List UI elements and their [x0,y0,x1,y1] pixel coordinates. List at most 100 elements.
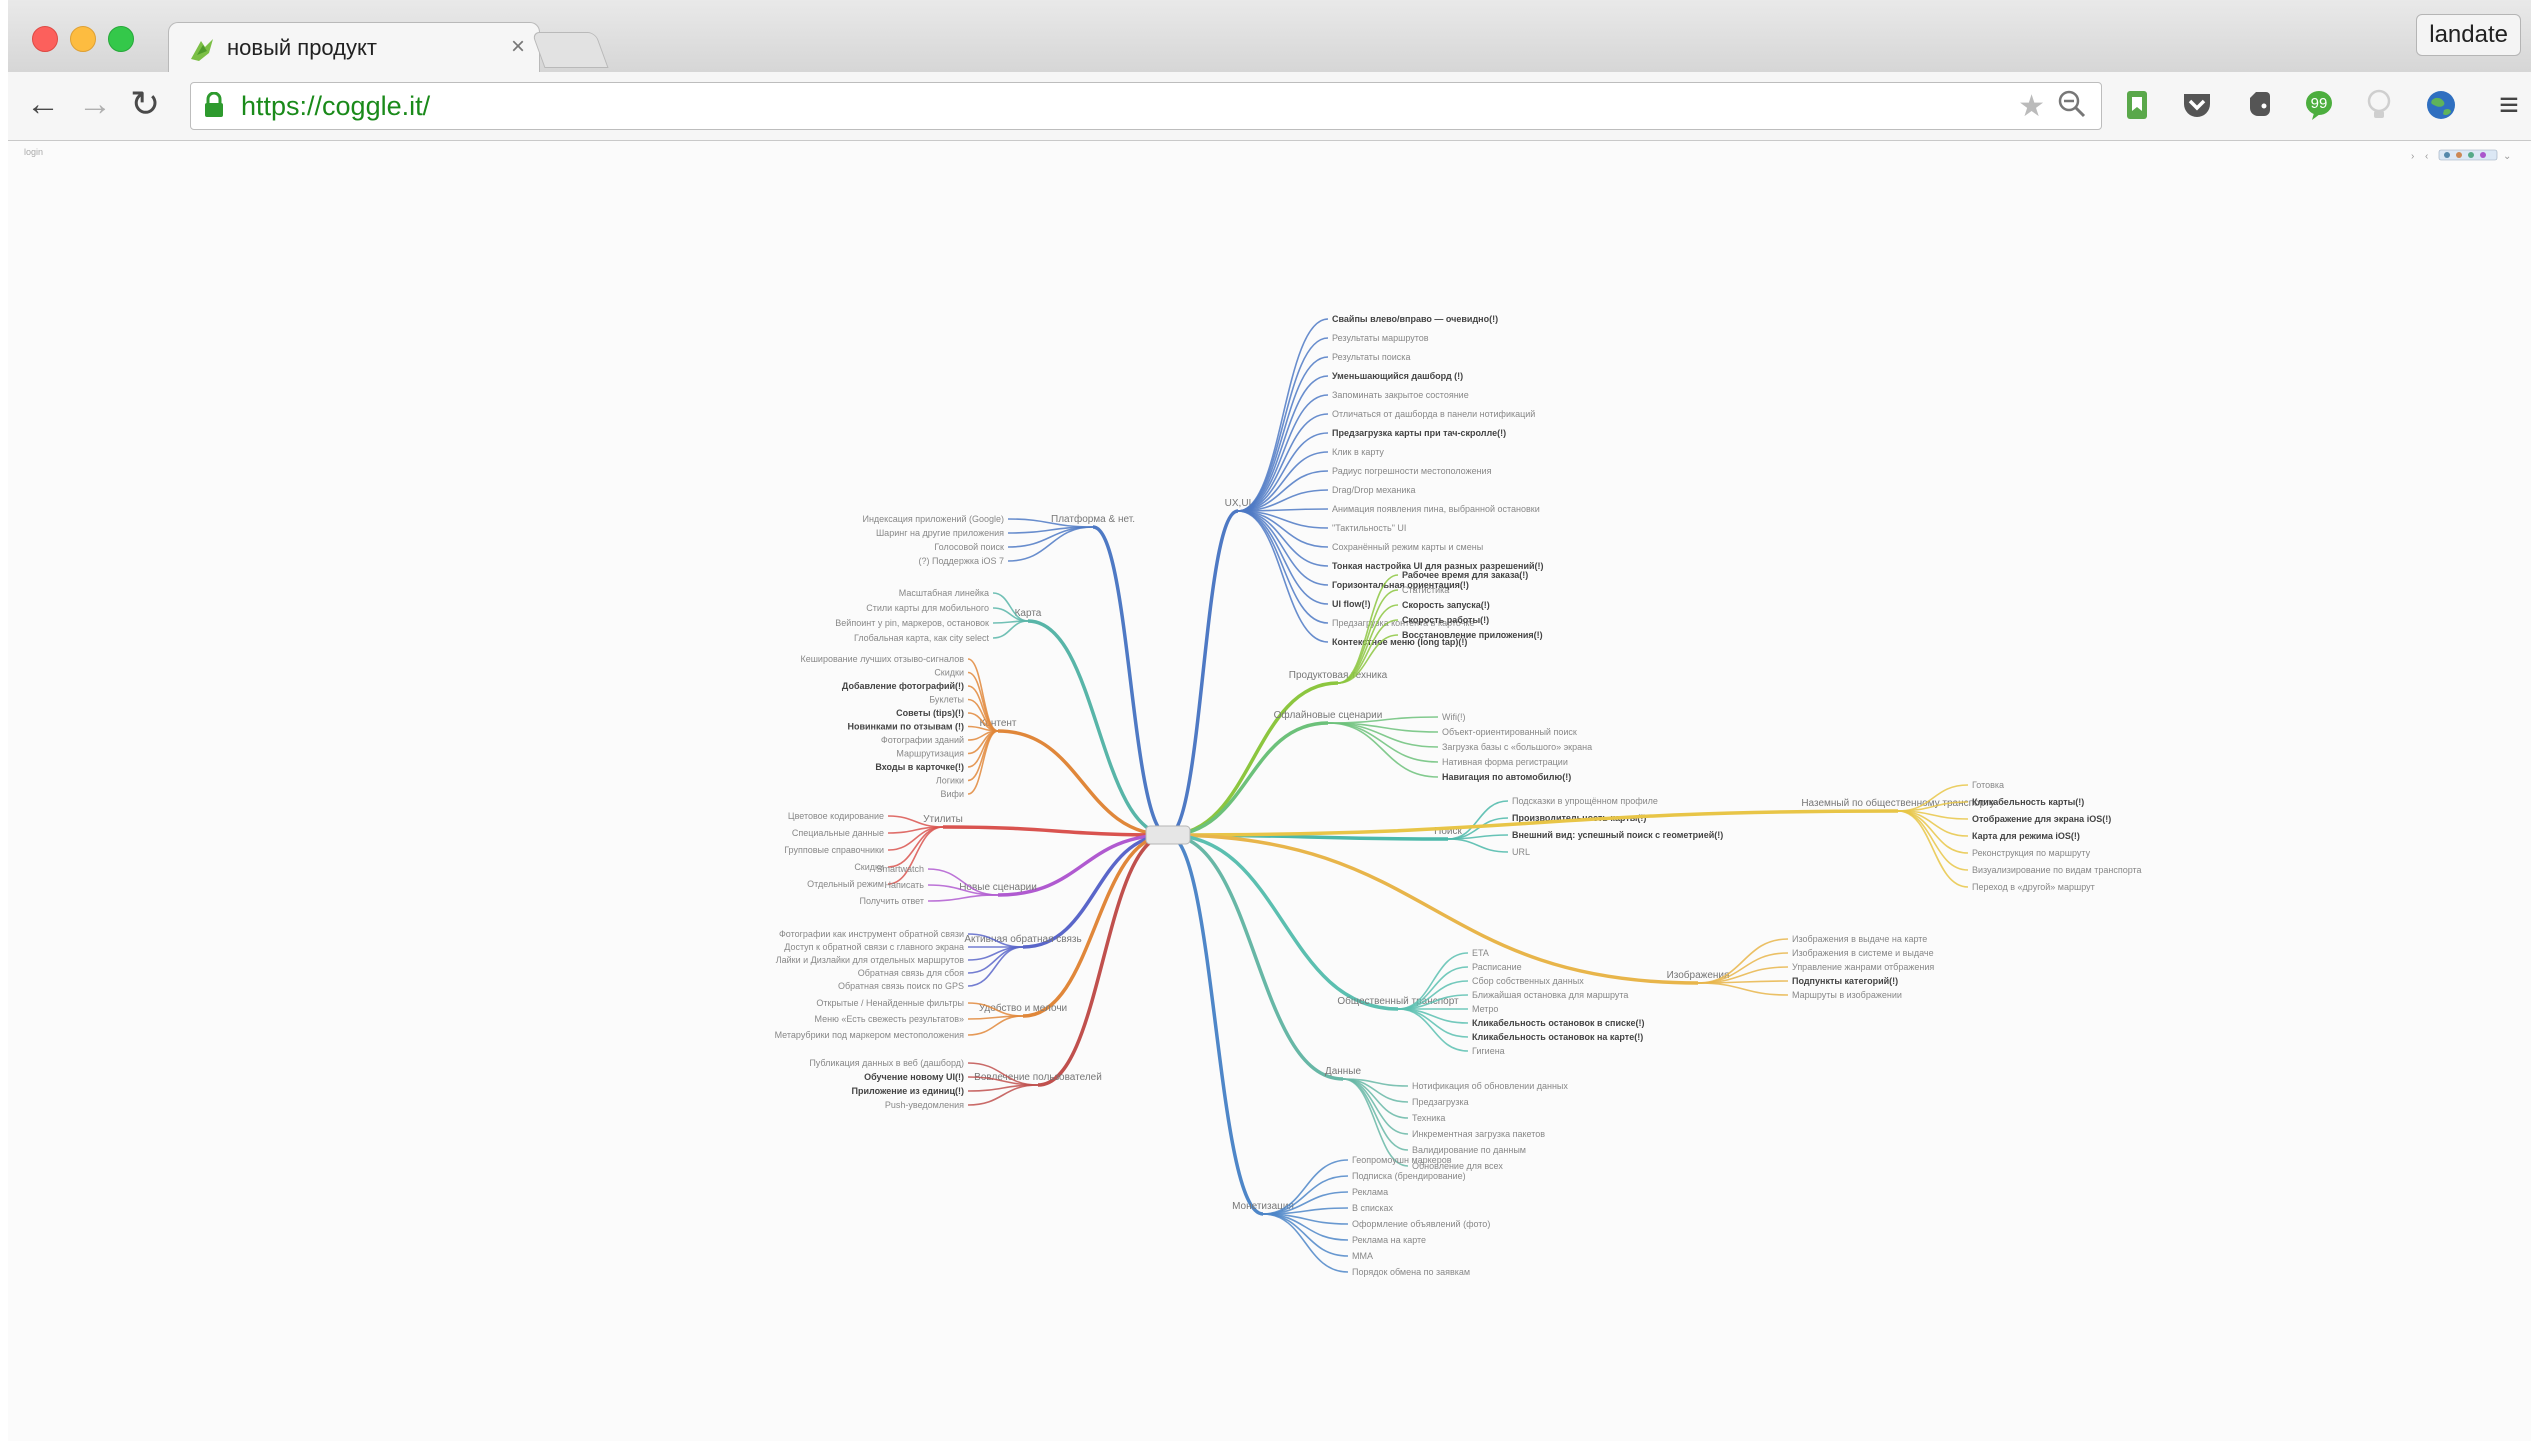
mindmap-node[interactable]: Изображения в системе и выдаче [1792,948,1934,958]
mindmap-node[interactable]: Карта для режима iOS(!) [1972,831,2080,841]
branch-data-label[interactable]: Данные [1325,1066,1362,1077]
mindmap-node[interactable]: Стили карты для мобильного [866,603,989,613]
mindmap-node[interactable]: В списках [1352,1203,1394,1213]
branch-engagement-label[interactable]: Вовлечение пользователей [974,1072,1102,1083]
mindmap-node[interactable]: UI flow(!) [1332,599,1371,609]
mindmap-node[interactable]: Скорость работы(!) [1402,615,1489,625]
mindmap-node[interactable]: Результаты маршрутов [1332,333,1429,343]
mindmap-node[interactable]: Подсказки в упрощённом профиле [1512,796,1658,806]
mindmap-node[interactable]: Советы (tips)(!) [896,708,964,718]
mindmap-node[interactable]: Расписание [1472,962,1522,972]
mindmap-node[interactable]: Геопромоушн маркеров [1352,1155,1452,1165]
mindmap-node[interactable]: Восстановление приложения(!) [1402,630,1543,640]
back-arrow-icon[interactable]: ← [26,84,60,124]
mindmap-node[interactable]: Обратная связь поиск по GPS [838,981,964,991]
mindmap-node[interactable]: Маршруты в изображении [1792,990,1902,1000]
url-text[interactable]: https://coggle.it/ [241,91,430,122]
mindmap-node[interactable]: Техника [1412,1113,1445,1123]
mindmap-node[interactable]: Открытые / Ненайденные фильтры [816,998,964,1008]
branch-utilities-label[interactable]: Утилиты [923,814,963,825]
mindmap-node[interactable]: Результаты поиска [1332,352,1410,362]
minimize-window-button[interactable] [70,26,96,52]
mindmap-node[interactable]: URL [1512,847,1530,857]
mindmap-node[interactable]: Внешний вид: успешный поиск с геометрией… [1512,830,1723,840]
mindmap-node[interactable]: Реклама [1352,1187,1388,1197]
active-tab[interactable]: новый продукт × [168,22,540,73]
mindmap-node[interactable]: Навигация по автомобилю(!) [1442,772,1571,782]
mindmap-node[interactable]: Фотографии как инструмент обратной связи [779,929,964,939]
mindmap-node[interactable]: Обратная связь для сбоя [858,968,964,978]
mindmap-node[interactable]: Объект-ориентированный поиск [1442,727,1577,737]
mindmap-node[interactable]: Рабочее время для заказа(!) [1402,570,1528,580]
mindmap-node[interactable]: Свайпы влево/вправо — очевидно(!) [1332,314,1498,324]
mindmap-node[interactable]: Drag/Drop механика [1332,485,1416,495]
mindmap-node[interactable]: Входы в карточке(!) [875,762,964,772]
mindmap-node[interactable]: Ближайшая остановка для маршрута [1472,990,1628,1000]
close-window-button[interactable] [32,26,58,52]
mindmap-node[interactable]: Приложение из единиц(!) [852,1086,964,1096]
mindmap-node[interactable]: Скорость запуска(!) [1402,600,1490,610]
mindmap-node[interactable]: Индексация приложений (Google) [862,514,1004,524]
globe-icon[interactable] [2424,88,2458,122]
mindmap-node[interactable]: Кеширование лучших отзыво-сигналов [800,654,964,664]
mindmap-root-node[interactable] [1145,825,1191,845]
mindmap-node[interactable]: Лайки и Дизлайки для отдельных маршрутов [776,955,965,965]
mindmap-node[interactable]: Добавление фотографий(!) [842,681,964,691]
mindmap-node[interactable]: Гигиена [1472,1046,1505,1056]
mindmap-node[interactable]: Порядок обмена по заявкам [1352,1267,1470,1277]
mindmap-node[interactable]: Обучение новому UI(!) [864,1072,964,1082]
mindmap-node[interactable]: Буклеты [929,695,964,705]
mindmap-node[interactable]: Анимация появления пина, выбранной остан… [1332,504,1540,514]
mindmap-node[interactable]: Радиус погрешности местоположения [1332,466,1492,476]
zoom-icon[interactable] [2057,89,2087,119]
evernote-icon[interactable] [2242,88,2276,122]
mindmap-node[interactable]: Статистика [1402,585,1449,595]
pocket-icon[interactable] [2180,88,2214,122]
mind-map-canvas[interactable]: UX,UIСвайпы влево/вправо — очевидно(!)Ре… [8,141,2531,1441]
mindmap-node[interactable]: Готовка [1972,780,2004,790]
evernote-web-clipper-icon[interactable] [2120,88,2154,122]
mindmap-node[interactable]: Вифи [941,789,964,799]
mindmap-node[interactable]: Масштабная линейка [899,588,989,598]
mindmap-node[interactable]: Оформление объявлений (фото) [1352,1219,1490,1229]
mindmap-node[interactable]: Доступ к обратной связи с главного экран… [784,942,964,952]
mindmap-node[interactable]: Кликабельность карты(!) [1972,797,2084,807]
mindmap-node[interactable]: ETA [1472,948,1489,958]
mindmap-node[interactable]: Реклама на карте [1352,1235,1426,1245]
branch-product-tech-label[interactable]: Продуктовая техника [1289,670,1388,681]
forward-arrow-icon[interactable]: → [78,84,112,124]
mindmap-node[interactable]: Переход в «другой» маршрут [1972,882,2095,892]
mindmap-node[interactable]: Метарубрики под маркером местоположения [775,1030,965,1040]
mindmap-node[interactable]: Кликабельность остановок в списке(!) [1472,1018,1645,1028]
mindmap-node[interactable]: Вейпоинт у pin, маркеров, остановок [835,618,989,628]
mindmap-node[interactable]: Отображение для экрана iOS(!) [1972,814,2111,824]
mindmap-node[interactable]: Публикация данных в веб (дашборд) [809,1058,964,1068]
mindmap-node[interactable]: Управление жанрами отбражения [1792,962,1934,972]
mindmap-node[interactable]: MMA [1352,1251,1373,1261]
address-bar[interactable]: https://coggle.it/ ★ [190,82,2102,130]
mindmap-node[interactable]: Подписка (брендирование) [1352,1171,1466,1181]
mindmap-node[interactable]: Запоминать закрытое состояние [1332,390,1469,400]
mindmap-node[interactable]: Цветовое кодирование [788,811,884,821]
mindmap-node[interactable]: Меню «Есть свежесть результатов» [815,1014,964,1024]
mindmap-node[interactable]: Групповые справочники [784,845,884,855]
mindmap-node[interactable]: Голосовой поиск [934,542,1004,552]
mindmap-node[interactable]: Нотификация об обновлении данных [1412,1081,1568,1091]
mindmap-node[interactable]: Специальные данные [792,828,884,838]
branch-transport-label[interactable]: Наземный по общественному транспорту [1801,797,1994,809]
mindmap-node[interactable]: Отличаться от дашборда в панели нотифика… [1332,409,1535,419]
mindmap-node[interactable]: Метро [1472,1004,1498,1014]
branch-public-transport-label[interactable]: Общественный транспорт [1337,995,1459,1007]
mindmap-node[interactable]: Нативная форма регистрации [1442,757,1568,767]
mindmap-node[interactable]: Предзагрузка [1412,1097,1469,1107]
mindmap-node[interactable]: Инкрементная загрузка пакетов [1412,1129,1545,1139]
mindmap-node[interactable]: Визуализирование по видам транспорта [1972,865,2142,875]
mindmap-node[interactable]: Глобальная карта, как city select [854,633,990,643]
mindmap-node[interactable]: Получить ответ [860,896,925,906]
mindmap-node[interactable]: Подпункты категорий(!) [1792,976,1898,986]
mindmap-node[interactable]: Реконструкция по маршруту [1972,848,2091,858]
mindmap-node[interactable]: Загрузка базы с «большого» экрана [1442,742,1592,752]
mindmap-node[interactable]: Клик в карту [1332,447,1384,457]
branch-offline-label[interactable]: Офлайновые сценарии [1274,709,1383,721]
mindmap-node[interactable]: Отдельный режим [807,879,884,889]
